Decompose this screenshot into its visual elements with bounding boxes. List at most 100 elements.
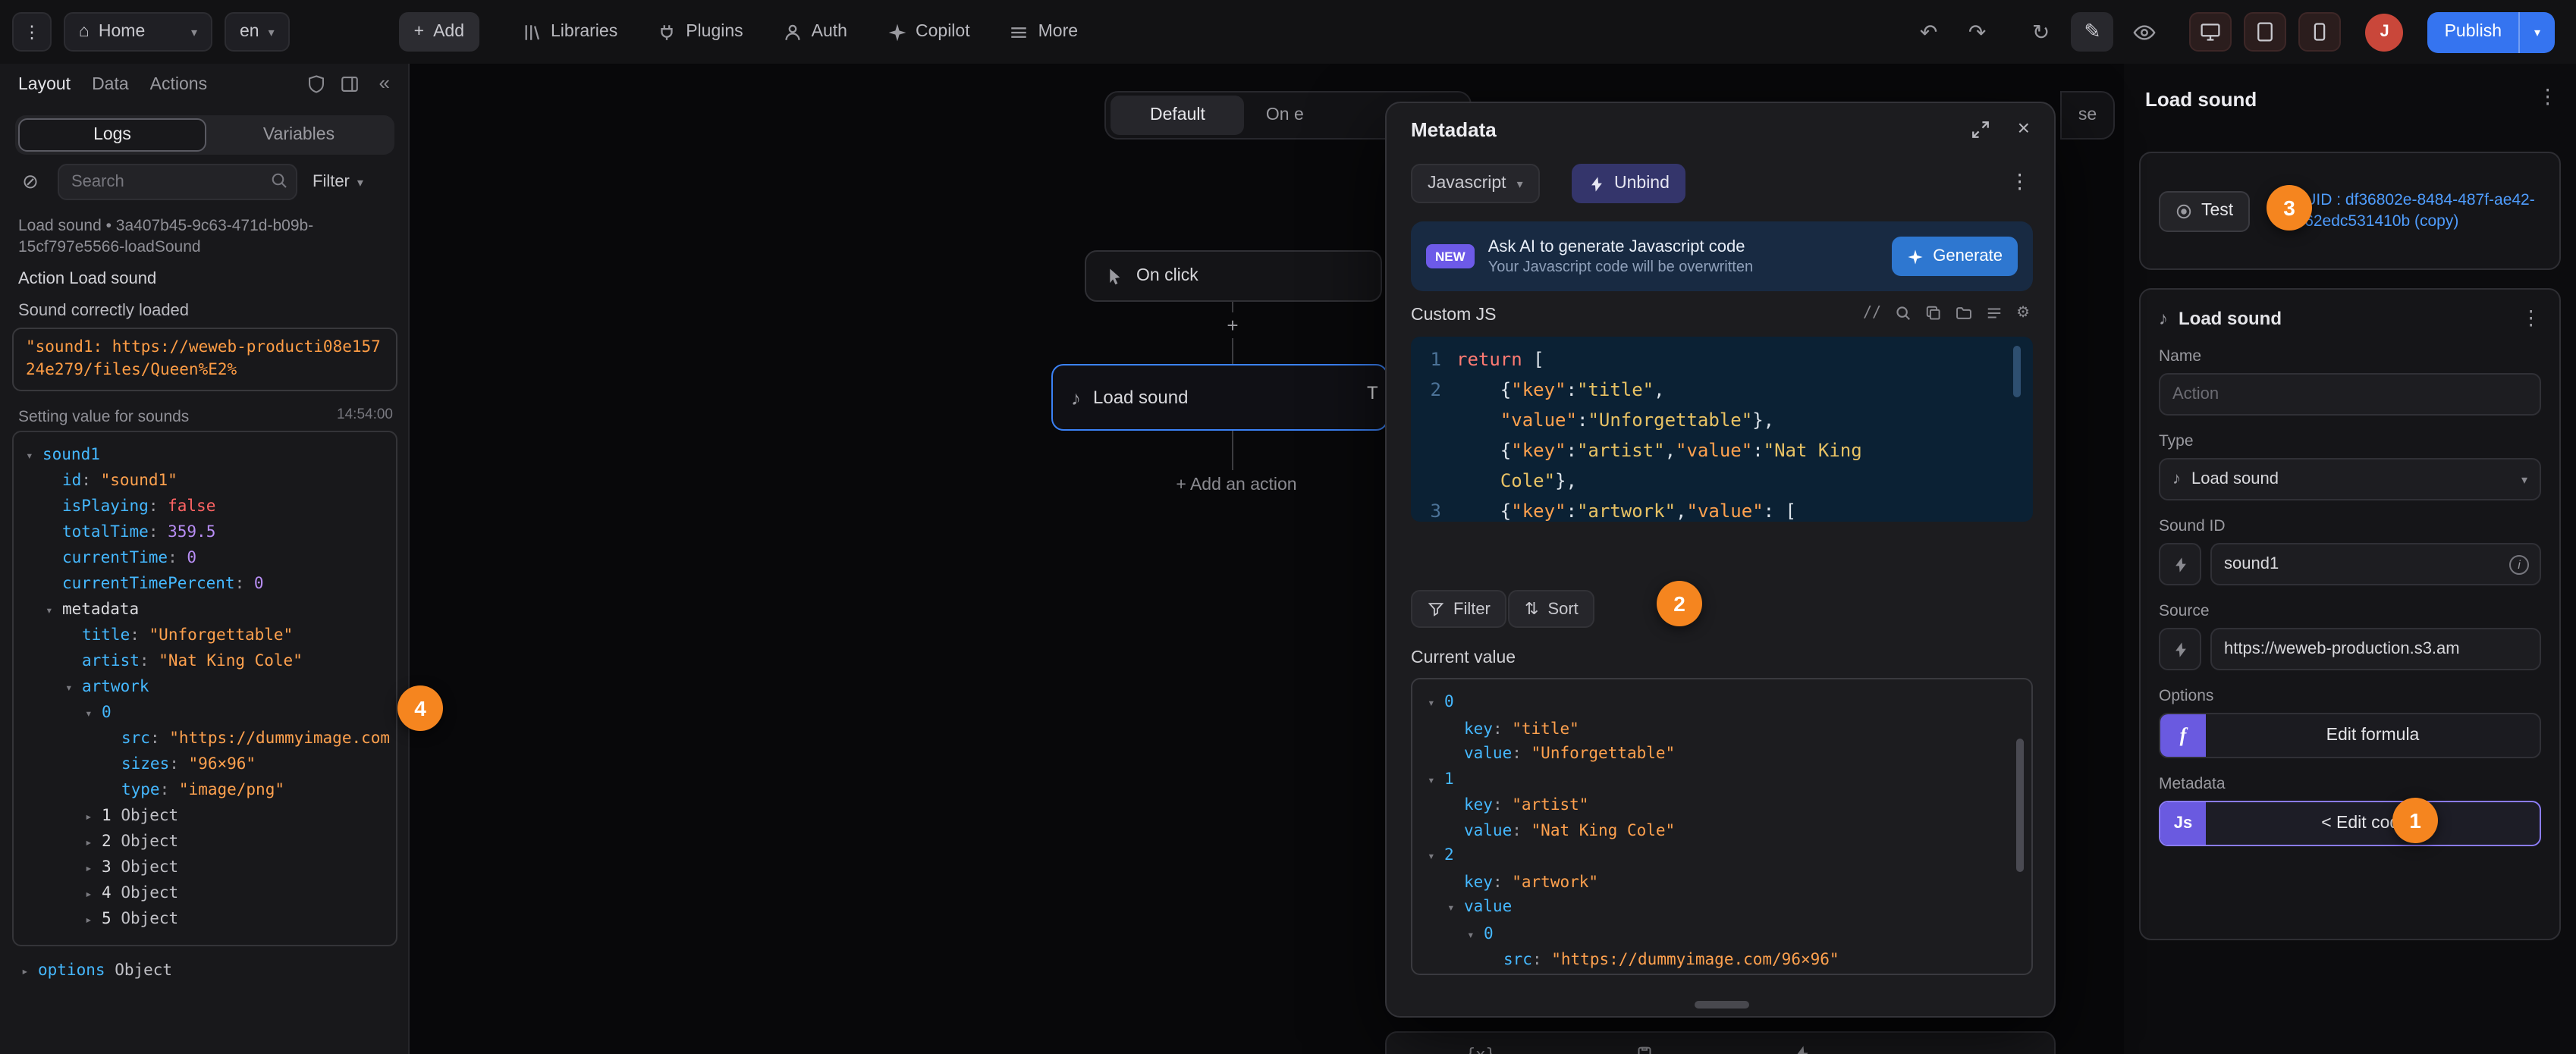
language-select[interactable]: Javascript▾ xyxy=(1411,164,1540,203)
tree-row[interactable]: ▾value xyxy=(1422,895,2022,921)
toggle-variables[interactable]: Variables xyxy=(206,118,391,152)
clipboard-icon[interactable] xyxy=(1635,1045,1654,1054)
desktop-view-button[interactable] xyxy=(2190,12,2232,52)
tree-row[interactable]: ▾artwork xyxy=(20,675,390,701)
publish-chevron-button[interactable]: ▾ xyxy=(2518,11,2555,52)
tree-row[interactable]: ▾2 xyxy=(1422,843,2022,870)
code-editor[interactable]: 1return [2 {"key":"title", "value":"Unfo… xyxy=(1411,337,2033,522)
caret-open-icon[interactable]: ▾ xyxy=(26,443,42,469)
nav-libraries[interactable]: Libraries xyxy=(516,12,624,52)
close-popup-button[interactable]: × xyxy=(2018,115,2030,140)
current-value-tree[interactable]: ▾0key: "title"value: "Unforgettable"▾1ke… xyxy=(1411,678,2033,975)
editor-scrollbar[interactable] xyxy=(2013,346,2021,397)
edit-mode-button[interactable]: ✎ xyxy=(2072,12,2114,52)
folder-icon[interactable] xyxy=(1956,305,1972,322)
tree-row[interactable]: ▾0 xyxy=(20,701,390,726)
tree-row[interactable]: ▸options Object xyxy=(15,958,172,984)
tree-row[interactable]: ▾0 xyxy=(1422,690,2022,717)
filter-button[interactable]: Filter xyxy=(1411,590,1507,628)
caret-closed-icon[interactable]: ▸ xyxy=(21,958,38,984)
toggle-logs[interactable]: Logs xyxy=(18,118,206,152)
tab-layout[interactable]: Layout xyxy=(18,76,71,94)
comment-icon[interactable]: // xyxy=(1863,305,1881,322)
caret-closed-icon[interactable]: ▸ xyxy=(85,830,102,855)
avatar[interactable]: J xyxy=(2366,13,2404,51)
tab-default-trigger[interactable]: Default xyxy=(1111,96,1245,135)
bind-sound-id-button[interactable] xyxy=(2159,543,2201,585)
log-entry-value[interactable]: "sound1: https://weweb-producti08e15724e… xyxy=(12,328,397,391)
edit-formula-button[interactable]: f Edit formula xyxy=(2159,713,2541,758)
tree-row[interactable]: ▸3 Object xyxy=(20,855,390,881)
add-button[interactable]: + Add xyxy=(399,12,479,52)
type-select[interactable]: ♪ Load sound ▾ xyxy=(2159,458,2541,500)
tab-partial-trigger[interactable]: On e xyxy=(1245,106,1325,124)
home-dropdown[interactable]: ⌂ Home ▾ xyxy=(64,12,212,52)
tab-fragment[interactable]: se xyxy=(2060,91,2115,140)
node-load-sound[interactable]: ♪ Load sound xyxy=(1051,364,1388,431)
unbind-button[interactable]: Unbind xyxy=(1572,164,1686,203)
variables-icon[interactable]: {x} xyxy=(1465,1045,1496,1054)
collapse-panel-button[interactable]: « xyxy=(379,71,390,94)
caret-open-icon[interactable]: ▾ xyxy=(1428,692,1444,717)
tab-data[interactable]: Data xyxy=(92,76,129,94)
popup-kebab-button[interactable]: ⋮ xyxy=(2009,170,2030,194)
add-step-plus-button[interactable]: + xyxy=(1220,312,1246,338)
debug-shield-button[interactable] xyxy=(306,74,326,94)
node-on-click[interactable]: On click xyxy=(1085,250,1382,302)
filter-dropdown[interactable]: Filter▾ xyxy=(313,164,363,200)
tree-row[interactable]: ▸2 Object xyxy=(20,830,390,855)
nav-copilot[interactable]: Copilot xyxy=(881,12,976,52)
source-field[interactable] xyxy=(2210,628,2541,670)
clear-logs-button[interactable]: ⊘ xyxy=(12,164,49,200)
panel-toggle-button[interactable] xyxy=(340,74,360,94)
caret-closed-icon[interactable]: ▸ xyxy=(85,907,102,933)
language-dropdown[interactable]: en ▾ xyxy=(225,12,290,52)
sound-id-field[interactable] xyxy=(2210,543,2541,585)
card-kebab-button[interactable]: ⋮ xyxy=(2521,306,2541,331)
tree-row[interactable]: ▸4 Object xyxy=(20,881,390,907)
preview-button[interactable] xyxy=(2126,14,2163,50)
name-field[interactable] xyxy=(2159,373,2541,416)
tree-row[interactable]: ▾sound1 xyxy=(20,443,390,469)
sort-button[interactable]: ⇅ Sort xyxy=(1508,590,1595,628)
gear-icon[interactable]: ⚙ xyxy=(2016,305,2030,322)
tree-row[interactable]: ▾metadata xyxy=(20,598,390,623)
refresh-button[interactable]: ↻ xyxy=(2023,14,2059,50)
caret-open-icon[interactable]: ▾ xyxy=(1467,923,1484,948)
options-tree-row[interactable]: ▸options Object xyxy=(15,958,172,984)
info-icon[interactable]: i xyxy=(2509,555,2529,575)
undo-button[interactable]: ↶ xyxy=(1911,14,1947,50)
caret-open-icon[interactable]: ▾ xyxy=(1447,896,1464,921)
tree-row[interactable]: ▸5 Object xyxy=(20,907,390,933)
panel-kebab-button[interactable]: ⋮ xyxy=(2537,85,2558,109)
copy-icon[interactable] xyxy=(1925,305,1942,322)
search-icon[interactable] xyxy=(1895,305,1912,322)
caret-open-icon[interactable]: ▾ xyxy=(1428,845,1444,870)
expand-popup-button[interactable] xyxy=(1971,120,1990,140)
value-scrollbar[interactable] xyxy=(2016,739,2024,872)
edit-code-button[interactable]: Js < Edit code > xyxy=(2159,801,2541,846)
caret-open-icon[interactable]: ▾ xyxy=(46,598,62,623)
main-menu-button[interactable]: ⋮ xyxy=(12,12,52,52)
caret-closed-icon[interactable]: ▸ xyxy=(85,881,102,907)
caret-closed-icon[interactable]: ▸ xyxy=(85,804,102,830)
tab-actions[interactable]: Actions xyxy=(150,76,207,94)
tree-row[interactable]: ▾1 xyxy=(1422,767,2022,793)
tree-row[interactable]: ▾0 xyxy=(1422,921,2022,948)
resize-handle[interactable] xyxy=(1695,1001,1749,1009)
caret-open-icon[interactable]: ▾ xyxy=(85,701,102,726)
uid-text[interactable]: UID : df36802e-8484-487f-ae42-62edc53141… xyxy=(2304,190,2541,232)
caret-open-icon[interactable]: ▾ xyxy=(1428,768,1444,793)
caret-closed-icon[interactable]: ▸ xyxy=(85,855,102,881)
log-json-tree[interactable]: ▾sound1id: "sound1"isPlaying: falsetotal… xyxy=(12,431,397,946)
publish-button[interactable]: Publish xyxy=(2428,11,2518,52)
search-input[interactable] xyxy=(58,164,297,200)
bind-source-button[interactable] xyxy=(2159,628,2201,670)
tablet-view-button[interactable] xyxy=(2245,12,2287,52)
add-action-button[interactable]: + Add an action xyxy=(1123,476,1350,494)
tree-row[interactable]: ▸1 Object xyxy=(20,804,390,830)
bolt-icon[interactable] xyxy=(1793,1045,1811,1054)
redo-button[interactable]: ↷ xyxy=(1959,14,1996,50)
nav-auth[interactable]: Auth xyxy=(777,12,853,52)
mobile-view-button[interactable] xyxy=(2299,12,2342,52)
